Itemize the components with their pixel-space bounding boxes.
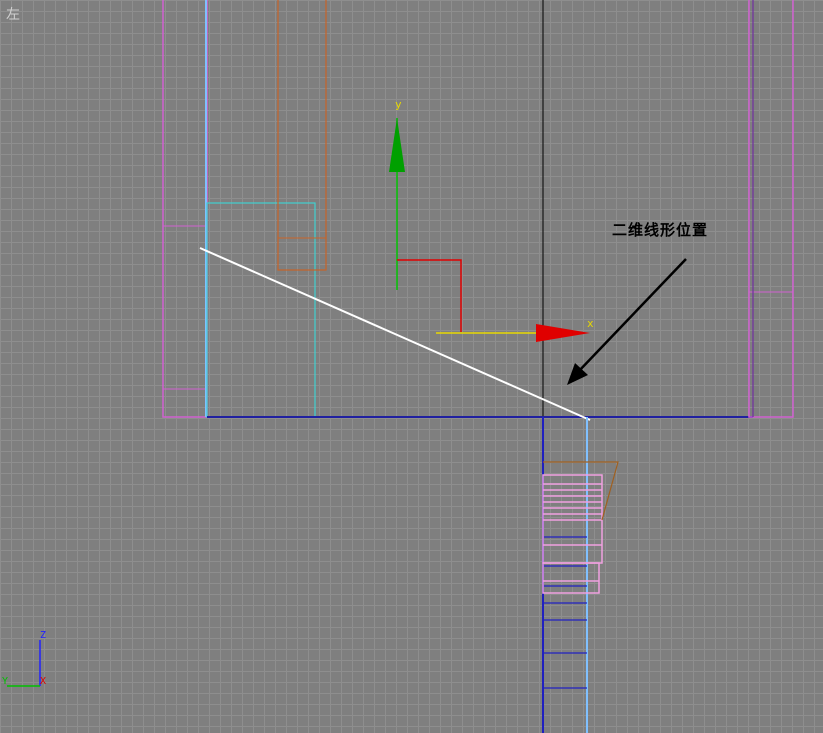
railing-brown-outline — [543, 461, 619, 521]
selected-spline[interactable] — [199, 247, 591, 421]
object-cyan-box[interactable] — [206, 202, 316, 418]
gizmo-x-label: x — [587, 317, 594, 330]
viewport-label[interactable]: 左 — [6, 4, 20, 24]
annotation-label: 二维线形位置 — [612, 222, 709, 239]
annotation-arrow — [567, 258, 687, 385]
wall-left-magenta[interactable] — [162, 0, 208, 418]
gizmo-plane-handle[interactable] — [397, 259, 462, 332]
transform-gizmo[interactable]: y x — [389, 98, 594, 342]
gizmo-x-arrow[interactable] — [536, 324, 590, 342]
left-viewport[interactable]: y x Z Y X 左 二维线形位置 — [0, 0, 823, 733]
object-orange-column[interactable] — [277, 0, 327, 271]
axis-tripod: Z Y X — [2, 630, 46, 687]
railing-block[interactable] — [542, 474, 603, 594]
stair-steps[interactable] — [543, 536, 587, 689]
gizmo-y-label: y — [395, 98, 402, 111]
tripod-z-label: Z — [40, 630, 46, 641]
gizmo-y-arrow[interactable] — [389, 118, 405, 172]
wall-right-magenta[interactable] — [748, 0, 794, 418]
tripod-y-label: Y — [2, 676, 8, 687]
scene-canvas[interactable]: y x Z Y X — [0, 0, 823, 733]
tripod-x-label: X — [40, 676, 46, 687]
